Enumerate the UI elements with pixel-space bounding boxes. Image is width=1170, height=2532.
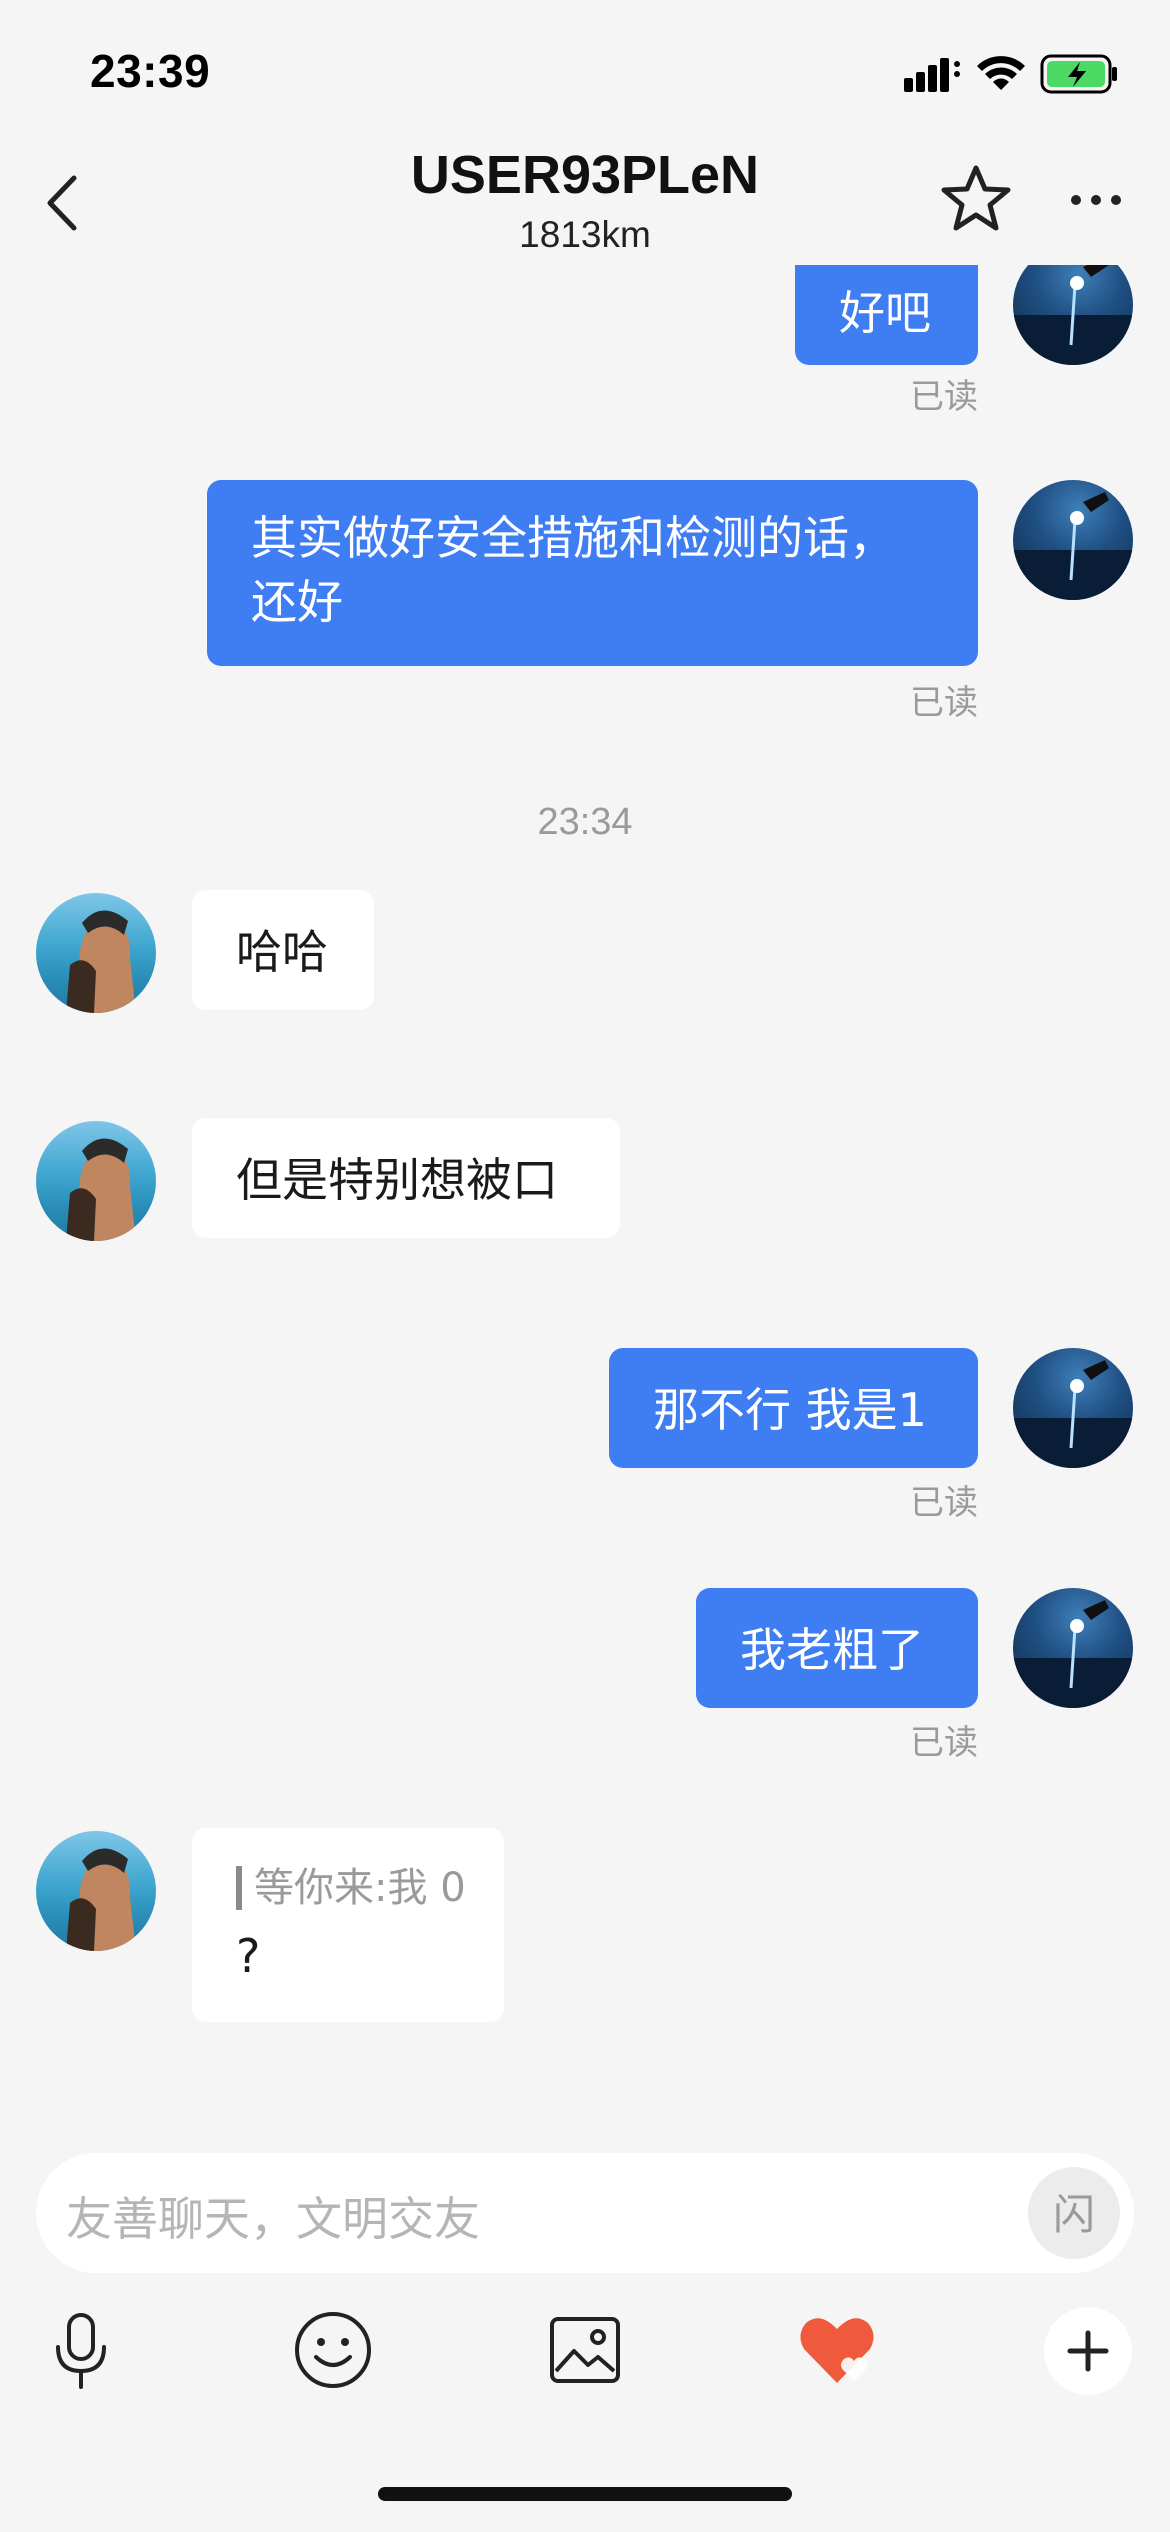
message-row-outgoing: 那不行 我是1 bbox=[0, 1348, 1170, 1473]
quoted-reply-bubble[interactable]: 等你来:我 0 ? bbox=[192, 1828, 504, 2022]
flash-photo-button[interactable]: 闪 bbox=[1028, 2167, 1120, 2259]
my-avatar[interactable] bbox=[1013, 480, 1133, 600]
input-area: 友善聊天，文明交友 闪 bbox=[0, 2125, 1170, 2532]
message-row-outgoing: 好吧 bbox=[0, 265, 1170, 385]
status-bar: 23:39 bbox=[0, 0, 1170, 140]
avatar-image-icon bbox=[66, 1848, 136, 1951]
avatar-image-icon bbox=[1013, 265, 1133, 365]
input-placeholder: 友善聊天，文明交友 bbox=[66, 2192, 480, 2246]
message-text: 好吧 bbox=[839, 286, 931, 340]
quote-bar bbox=[236, 1866, 242, 1910]
battery-charging-icon bbox=[1040, 54, 1117, 94]
my-avatar[interactable] bbox=[1013, 1588, 1133, 1708]
message-text: 那不行 我是1 bbox=[653, 1383, 927, 1437]
message-row-incoming: 但是特别想被口 bbox=[0, 1118, 1170, 1243]
read-receipt: 已读 bbox=[910, 683, 978, 723]
avatar-image-icon bbox=[1013, 492, 1133, 600]
avatar-image-icon bbox=[66, 1138, 136, 1241]
message-bubble[interactable]: 其实做好安全措施和检测的话， 还好 bbox=[207, 480, 978, 666]
message-bubble[interactable]: 我老粗了 bbox=[696, 1588, 978, 1708]
message-text: 哈哈 bbox=[236, 925, 328, 979]
plus-icon bbox=[1067, 2330, 1109, 2372]
image-icon[interactable] bbox=[540, 2305, 630, 2395]
my-avatar[interactable] bbox=[1013, 265, 1133, 365]
favorite-star-button[interactable] bbox=[940, 162, 1012, 234]
avatar-image-icon bbox=[66, 910, 136, 1013]
home-indicator[interactable] bbox=[378, 2487, 792, 2501]
more-options-button[interactable] bbox=[1066, 180, 1126, 220]
microphone-icon[interactable] bbox=[36, 2305, 126, 2395]
message-text-line: 还好 bbox=[251, 575, 343, 629]
cellular-signal-icon bbox=[904, 58, 960, 92]
heart-gift-icon[interactable] bbox=[792, 2305, 882, 2395]
flash-icon: 闪 bbox=[1053, 2190, 1095, 2239]
message-row-outgoing: 我老粗了 bbox=[0, 1588, 1170, 1713]
message-row-incoming: 等你来:我 0 ? bbox=[0, 1828, 1170, 2028]
message-list[interactable]: 好吧 已读 其实做好安全措施和检测的话， 还好 已读 23:34 哈哈 但是特别… bbox=[0, 265, 1170, 2125]
message-text: 但是特别想被口 bbox=[236, 1153, 558, 1207]
message-text-line: 其实做好安全措施和检测的话， bbox=[251, 511, 895, 565]
chat-header: USER93PLeN 1813km bbox=[0, 140, 1170, 265]
flash-label: 闪 bbox=[1053, 2190, 1095, 2239]
status-time: 23:39 bbox=[90, 45, 211, 97]
message-bubble[interactable]: 那不行 我是1 bbox=[609, 1348, 978, 1468]
contact-avatar[interactable] bbox=[36, 893, 156, 1013]
contact-avatar[interactable] bbox=[36, 1831, 156, 1951]
message-input[interactable]: 友善聊天，文明交友 闪 bbox=[36, 2153, 1134, 2273]
wifi-icon bbox=[977, 56, 1025, 90]
avatar-image-icon bbox=[1013, 1360, 1133, 1468]
message-bubble[interactable]: 好吧 bbox=[795, 265, 978, 365]
message-row-incoming: 哈哈 bbox=[0, 890, 1170, 1015]
quoted-message-text[interactable]: 等你来:我 0 bbox=[254, 1856, 466, 1920]
message-bubble[interactable]: 哈哈 bbox=[192, 890, 374, 1010]
contact-avatar[interactable] bbox=[36, 1121, 156, 1241]
emoji-icon[interactable] bbox=[288, 2305, 378, 2395]
more-actions-button[interactable] bbox=[1044, 2307, 1132, 2395]
message-text: ? bbox=[236, 1929, 261, 1983]
message-text: 我老粗了 bbox=[740, 1623, 924, 1677]
read-receipt: 已读 bbox=[910, 1723, 978, 1763]
read-receipt: 已读 bbox=[910, 1483, 978, 1523]
avatar-image-icon bbox=[1013, 1600, 1133, 1708]
message-row-outgoing: 其实做好安全措施和检测的话， 还好 bbox=[0, 480, 1170, 670]
read-receipt: 已读 bbox=[910, 377, 978, 417]
my-avatar[interactable] bbox=[1013, 1348, 1133, 1468]
chat-timestamp: 23:34 bbox=[537, 801, 633, 843]
message-bubble[interactable]: 但是特别想被口 bbox=[192, 1118, 620, 1238]
